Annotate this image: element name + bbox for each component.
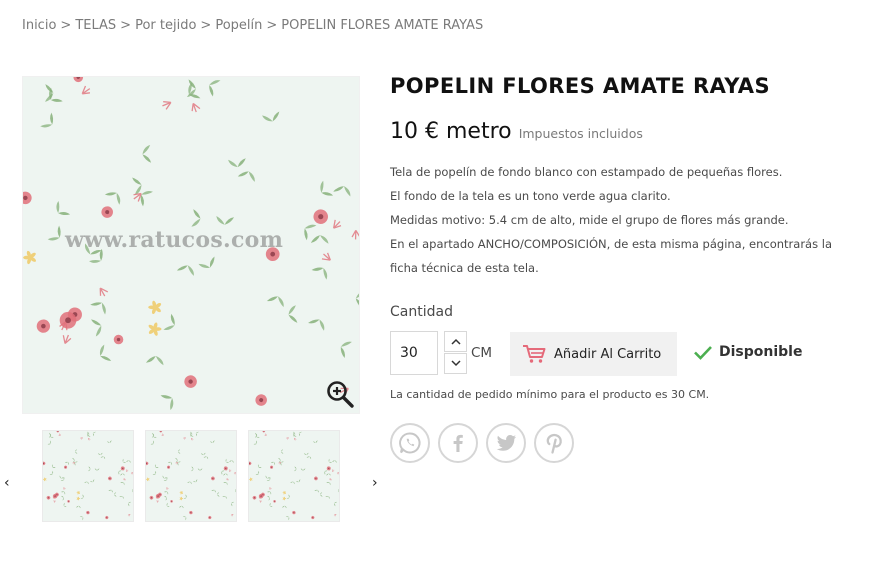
description-line: En el apartado ANCHO/COMPOSICIÓN, de est…	[390, 237, 832, 275]
share-twitter-button[interactable]	[486, 423, 526, 463]
breadcrumb-link-por-tejido[interactable]: Por tejido	[135, 18, 196, 33]
facebook-icon	[453, 434, 463, 452]
whatsapp-icon	[399, 432, 421, 454]
zoom-in-icon[interactable]	[325, 379, 355, 409]
breadcrumb-separator: >	[266, 18, 278, 33]
quantity-input[interactable]	[390, 331, 438, 375]
description-line: Tela de popelín de fondo blanco con esta…	[390, 165, 783, 179]
add-to-cart-label: Añadir Al Carrito	[554, 346, 662, 362]
minimum-quantity-note: La cantidad de pedido mínimo para el pro…	[390, 388, 710, 401]
shopping-cart-icon	[523, 345, 546, 363]
description-line: El fondo de la tela es un tono verde agu…	[390, 189, 671, 203]
breadcrumb-separator: >	[200, 18, 212, 33]
quantity-label: Cantidad	[390, 304, 453, 320]
breadcrumb-link-inicio[interactable]: Inicio	[22, 18, 56, 33]
breadcrumb-current: POPELIN FLORES AMATE RAYAS	[281, 18, 484, 33]
quantity-unit: CM	[471, 345, 493, 361]
share-facebook-button[interactable]	[438, 423, 478, 463]
thumbnail-prev-arrow[interactable]: ‹	[4, 476, 10, 490]
thumbnail-carousel: ‹ ›	[0, 428, 380, 524]
pinterest-icon	[546, 433, 562, 454]
breadcrumb-separator: >	[60, 18, 72, 33]
share-pinterest-button[interactable]	[534, 423, 574, 463]
product-main-image[interactable]: www.ratucos.com	[22, 76, 360, 414]
breadcrumb: Inicio > TELAS > Por tejido > Popelín > POPELIN …	[22, 18, 483, 33]
chevron-up-icon	[450, 338, 461, 345]
chevron-down-icon	[450, 360, 461, 367]
thumbnail-3[interactable]	[248, 430, 340, 522]
add-to-cart-button[interactable]: Añadir Al Carrito	[510, 332, 677, 376]
quantity-increase-button[interactable]	[444, 331, 467, 352]
product-price: 10 € metro	[390, 119, 512, 144]
tax-note: Impuestos incluidos	[518, 126, 643, 141]
breadcrumb-link-popelin[interactable]: Popelín	[215, 18, 262, 33]
breadcrumb-separator: >	[120, 18, 132, 33]
availability-status: Disponible	[693, 344, 802, 360]
social-share	[390, 423, 574, 463]
breadcrumb-link-telas[interactable]: TELAS	[75, 18, 116, 33]
product-description: Tela de popelín de fondo blanco con esta…	[390, 160, 860, 280]
quantity-decrease-button[interactable]	[444, 353, 467, 374]
share-whatsapp-button[interactable]	[390, 423, 430, 463]
thumbnail-2[interactable]	[145, 430, 237, 522]
description-line: Medidas motivo: 5.4 cm de alto, mide el …	[390, 213, 789, 227]
image-watermark: www.ratucos.com	[65, 227, 284, 253]
thumbnail-next-arrow[interactable]: ›	[372, 476, 378, 490]
twitter-icon	[496, 435, 516, 451]
thumbnail-fabric-image	[146, 431, 236, 521]
product-title: POPELIN FLORES AMATE RAYAS	[390, 74, 770, 98]
thumbnail-fabric-image	[249, 431, 339, 521]
price-row: 10 € metro Impuestos incluidos	[390, 119, 643, 144]
thumbnail-fabric-image	[43, 431, 133, 521]
availability-label: Disponible	[719, 344, 803, 360]
thumbnail-1[interactable]	[42, 430, 134, 522]
check-icon	[694, 346, 712, 360]
